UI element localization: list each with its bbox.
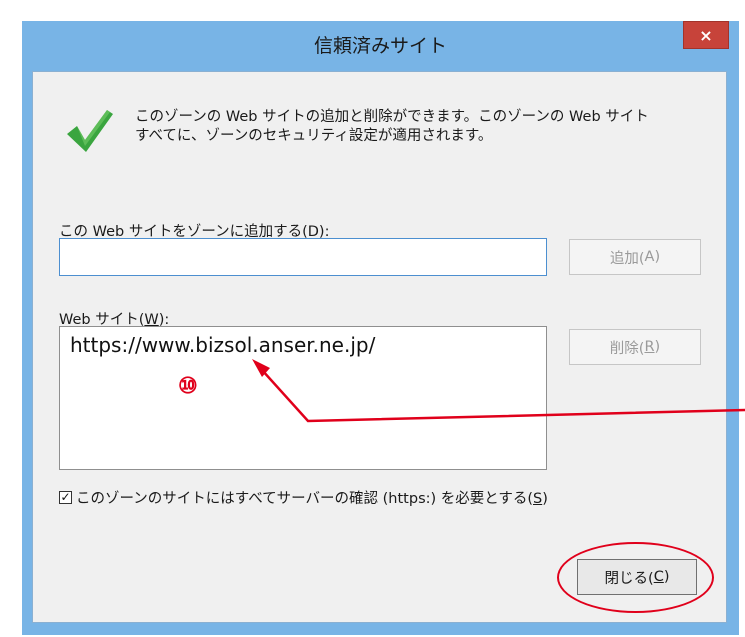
- require-https-label-suffix: ): [542, 491, 548, 507]
- website-list[interactable]: https://www.bizsol.anser.ne.jp/ ⑩: [59, 326, 547, 470]
- add-button[interactable]: 追加(A): [569, 239, 701, 275]
- description-line-2: すべてに、ゾーンのセキュリティ設定が適用されます。: [135, 128, 493, 144]
- trusted-sites-dialog: 信頼済みサイト × このゾーンの Web サイトの追加と削除ができます。このゾー…: [22, 21, 739, 635]
- close-button-label: 閉じる(: [604, 570, 654, 587]
- dialog-content: このゾーンの Web サイトの追加と削除ができます。このゾーンの Web サイト…: [32, 71, 727, 623]
- require-https-label-prefix: このゾーンのサイトにはすべてサーバーの確認 (https:) を必要とする(: [76, 491, 533, 507]
- close-button[interactable]: 閉じる(C): [577, 559, 697, 595]
- close-window-button[interactable]: ×: [683, 21, 729, 49]
- close-icon: ×: [699, 25, 713, 45]
- require-https-option[interactable]: ✓ このゾーンのサイトにはすべてサーバーの確認 (https:) を必要とする(…: [59, 487, 548, 508]
- description-line-1: このゾーンの Web サイトの追加と削除ができます。このゾーンの Web サイト: [135, 109, 649, 125]
- dialog-title: 信頼済みサイト: [313, 35, 447, 57]
- annotation-marker-number: ⑩: [178, 373, 198, 399]
- add-button-suffix: ): [654, 249, 661, 265]
- remove-button-label: 削除(: [609, 340, 645, 357]
- require-https-label: このゾーンのサイトにはすべてサーバーの確認 (https:) を必要とする(S): [76, 487, 548, 508]
- remove-button-key: R: [644, 339, 655, 355]
- remove-button[interactable]: 削除(R): [569, 329, 701, 365]
- close-button-suffix: ): [663, 569, 670, 585]
- add-site-input[interactable]: [59, 238, 547, 276]
- list-item[interactable]: https://www.bizsol.anser.ne.jp/: [70, 333, 375, 357]
- green-checkmark-icon: [67, 110, 113, 152]
- add-button-key: A: [644, 249, 655, 265]
- require-https-label-key: S: [533, 491, 543, 507]
- remove-button-suffix: ): [654, 339, 661, 355]
- add-button-label: 追加(: [609, 250, 645, 267]
- title-bar: 信頼済みサイト ×: [22, 21, 739, 71]
- require-https-checkbox[interactable]: ✓: [59, 491, 72, 504]
- close-button-key: C: [653, 569, 664, 585]
- zone-description: このゾーンの Web サイトの追加と削除ができます。このゾーンの Web サイト…: [135, 108, 715, 146]
